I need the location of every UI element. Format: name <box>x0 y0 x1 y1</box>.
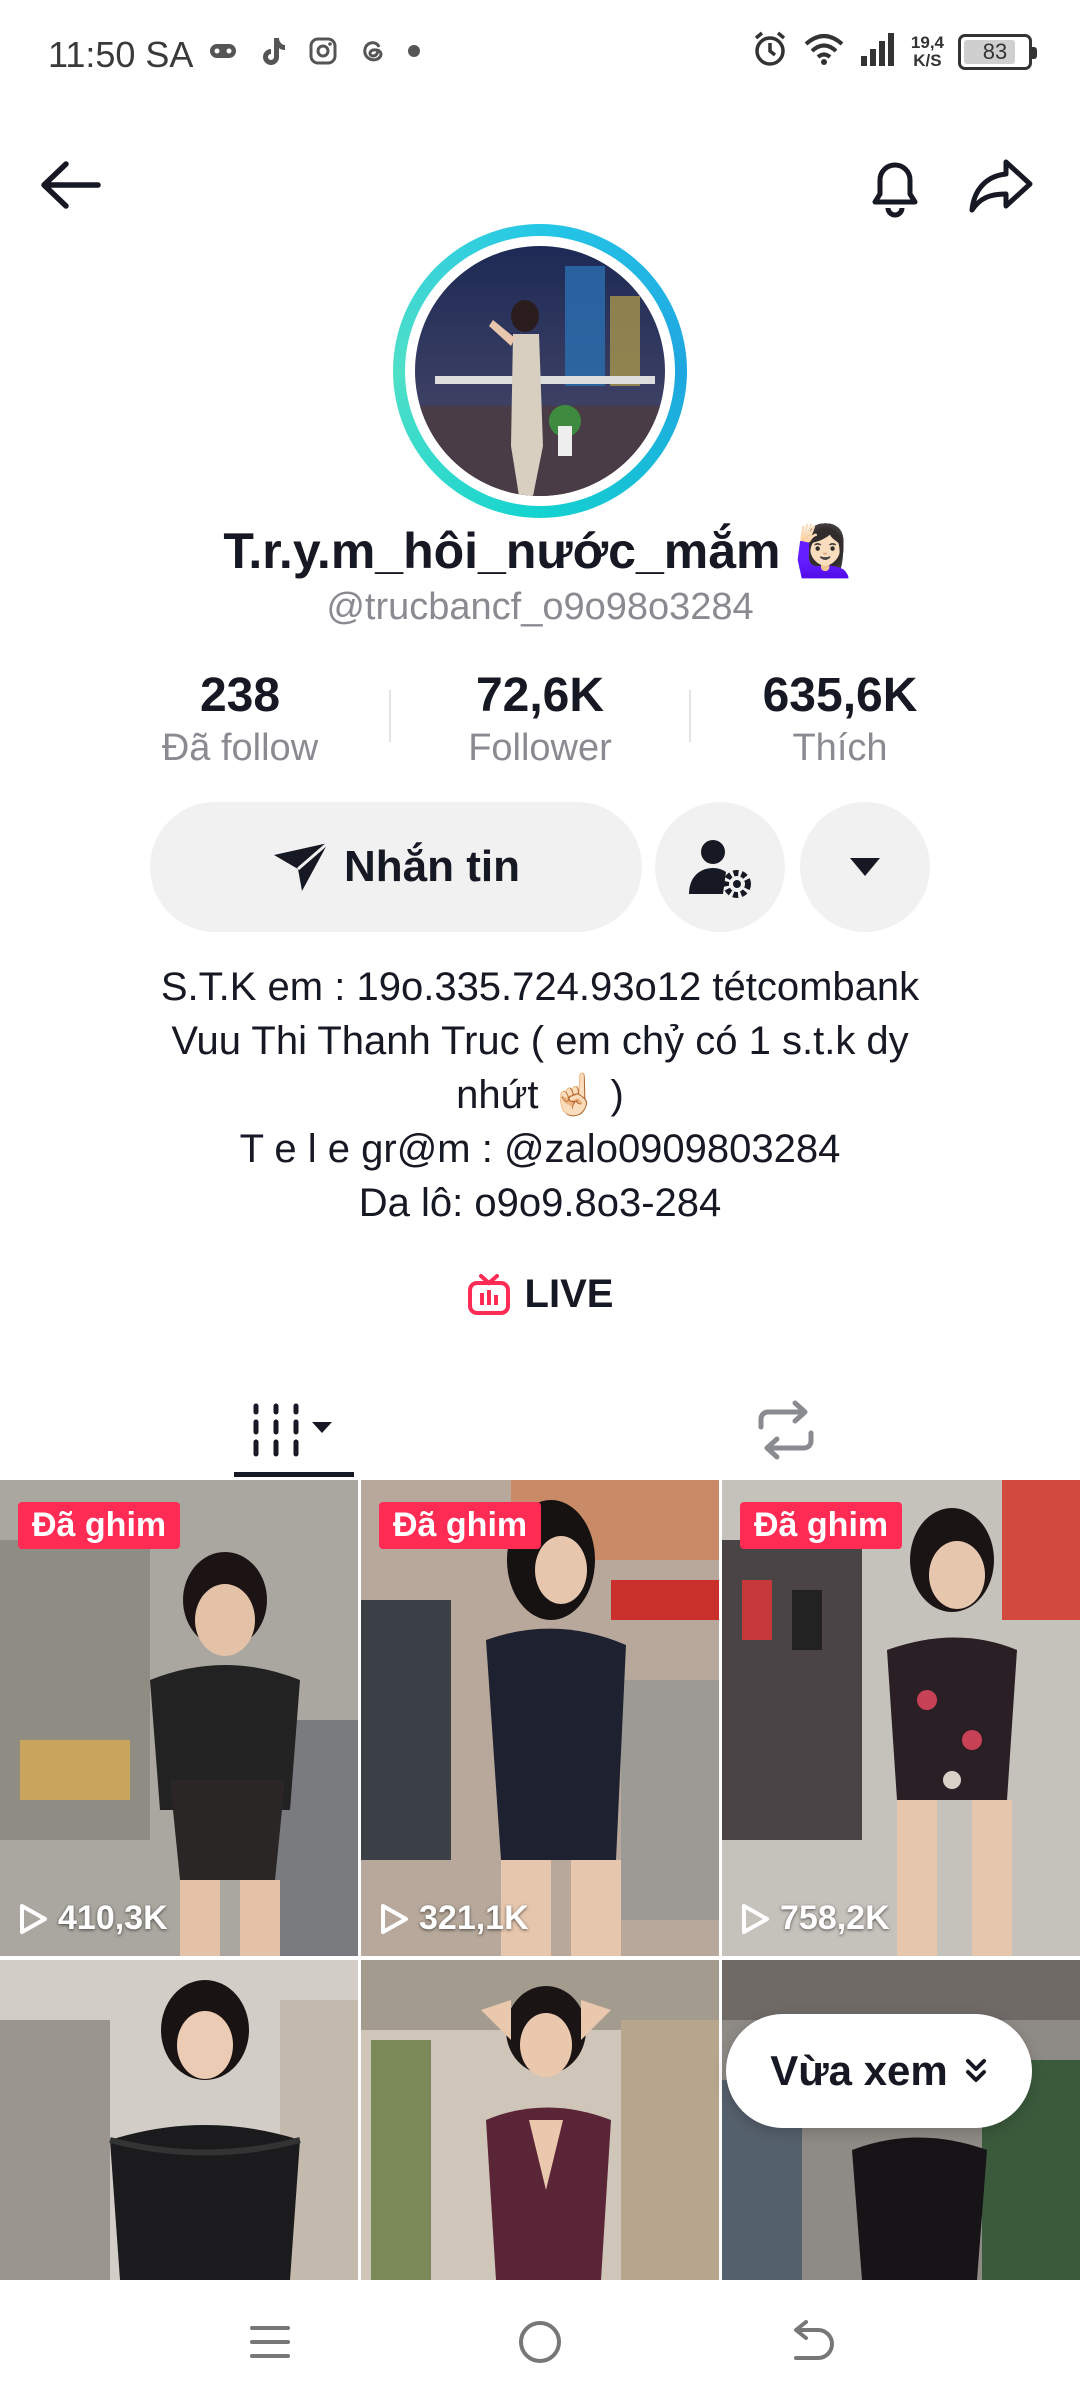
alarm-icon <box>751 30 789 73</box>
recently-watched-label: Vừa xem <box>770 2047 948 2094</box>
active-tab-indicator <box>234 1472 354 1477</box>
more-notifications-dot <box>408 45 420 57</box>
following-label: Đã follow <box>161 727 319 769</box>
return-icon <box>794 2320 834 2360</box>
video-thumbnail <box>722 1480 1080 1956</box>
video-tile[interactable] <box>361 1960 719 2280</box>
content-tabs <box>0 1380 1080 1480</box>
bio-line: Vuu Thi Thanh Truc ( em chỷ có 1 s.t.k d… <box>171 1019 909 1063</box>
share-icon <box>969 159 1033 213</box>
bell-icon <box>872 162 918 218</box>
avatar-story-ring[interactable] <box>393 224 687 518</box>
bio-line: T e l e gr@m : @zalo0909803284 <box>239 1127 841 1171</box>
following-stat[interactable]: 238 Đã follow <box>90 668 390 770</box>
system-back-button[interactable] <box>770 2302 850 2382</box>
video-tile[interactable]: Đã ghim 758,2K <box>722 1480 1080 1956</box>
video-thumbnail <box>361 1960 719 2280</box>
notifications-button[interactable] <box>860 150 930 220</box>
live-label: LIVE <box>524 1272 614 1316</box>
play-icon <box>742 1903 769 1934</box>
video-tile[interactable]: Đã ghim 410,3K <box>0 1480 358 1956</box>
menu-icon <box>250 2326 290 2358</box>
wifi-icon <box>803 32 845 71</box>
system-navigation-bar <box>0 2280 1080 2400</box>
signal-icon <box>859 32 897 71</box>
message-button-label: Nhắn tin <box>344 842 520 891</box>
threads-icon <box>358 36 388 66</box>
likes-count: 635,6K <box>762 669 918 722</box>
likes-stat[interactable]: 635,6K Thích <box>690 668 990 770</box>
network-speed: 19,4 K/S <box>910 32 944 70</box>
play-icon <box>20 1903 47 1934</box>
grid-view-icon <box>253 1403 332 1457</box>
pinned-badge: Đã ghim <box>379 1502 542 1549</box>
network-speed-unit: K/S <box>913 50 942 70</box>
recent-apps-button[interactable] <box>230 2302 310 2382</box>
network-speed-value: 19,4 <box>910 32 944 52</box>
user-settings-button[interactable] <box>655 802 785 932</box>
followers-label: Follower <box>468 727 612 769</box>
likes-label: Thích <box>792 727 888 769</box>
tab-reposts[interactable] <box>726 1380 846 1480</box>
bio-line: Da lô: o9o9.8o3-284 <box>358 1181 722 1225</box>
stat-divider <box>389 690 391 742</box>
username: @trucbancf_o9o98o3284 <box>326 586 754 628</box>
message-button[interactable]: Nhắn tin <box>150 802 642 932</box>
avatar <box>415 246 665 496</box>
pinned-badge: Đã ghim <box>740 1502 903 1549</box>
bio-line: nhứt ☝🏻 ) <box>456 1073 624 1117</box>
back-button[interactable] <box>36 150 106 220</box>
view-count: 321,1K <box>379 1899 529 1938</box>
home-circle-icon <box>519 2321 561 2363</box>
status-indicators: 19,4 K/S 83 <box>751 30 1037 73</box>
video-tile[interactable] <box>0 1960 358 2280</box>
video-thumbnail <box>0 1480 358 1956</box>
instagram-icon <box>308 36 338 66</box>
game-icon <box>208 36 238 66</box>
recently-watched-button[interactable]: Vừa xem <box>726 2014 1032 2128</box>
battery-indicator: 83 <box>958 33 1037 70</box>
live-link[interactable]: LIVE <box>0 1272 1080 1317</box>
followers-stat[interactable]: 72,6K Follower <box>390 668 690 770</box>
stat-divider <box>689 690 691 742</box>
tiktok-icon <box>258 36 288 66</box>
home-button[interactable] <box>500 2302 580 2382</box>
pinned-badge: Đã ghim <box>18 1502 181 1549</box>
back-arrow-icon <box>41 161 101 209</box>
video-tile[interactable]: Đã ghim 321,1K <box>361 1480 719 1956</box>
view-count-value: 410,3K <box>58 1899 168 1937</box>
display-name: T.r.y.m_hôi_nước_mắm 🙋🏻‍♀️ <box>223 523 857 579</box>
video-thumbnail <box>361 1480 719 1956</box>
play-icon <box>381 1903 408 1934</box>
view-count: 758,2K <box>740 1899 890 1938</box>
repost-icon <box>758 1400 814 1460</box>
status-app-icons <box>208 36 420 66</box>
live-tv-icon <box>467 1273 510 1315</box>
video-thumbnail <box>0 1960 358 2280</box>
status-bar: 11:50 SA 19,4 K/S 83 <box>0 0 1080 110</box>
user-settings-icon <box>689 840 751 898</box>
following-count: 238 <box>199 669 281 722</box>
tab-videos[interactable] <box>234 1380 354 1480</box>
followers-count: 72,6K <box>475 669 605 722</box>
more-options-button[interactable] <box>800 802 930 932</box>
view-count-value: 758,2K <box>780 1899 890 1937</box>
profile-bio: S.T.K em : 19o.335.724.93o12 tétcombank … <box>60 960 1020 1230</box>
status-time: 11:50 SA <box>48 34 194 75</box>
battery-level: 83 <box>982 38 1008 64</box>
view-count-value: 321,1K <box>419 1899 529 1937</box>
send-icon <box>274 841 329 891</box>
view-count: 410,3K <box>18 1899 168 1938</box>
share-button[interactable] <box>966 150 1036 220</box>
triangle-down-icon <box>850 858 880 876</box>
bio-line: S.T.K em : 19o.335.724.93o12 tétcombank <box>160 965 920 1009</box>
chevron-double-down-icon <box>965 2059 986 2082</box>
profile-stats: 238 Đã follow 72,6K Follower 635,6K Thíc… <box>0 668 1080 778</box>
